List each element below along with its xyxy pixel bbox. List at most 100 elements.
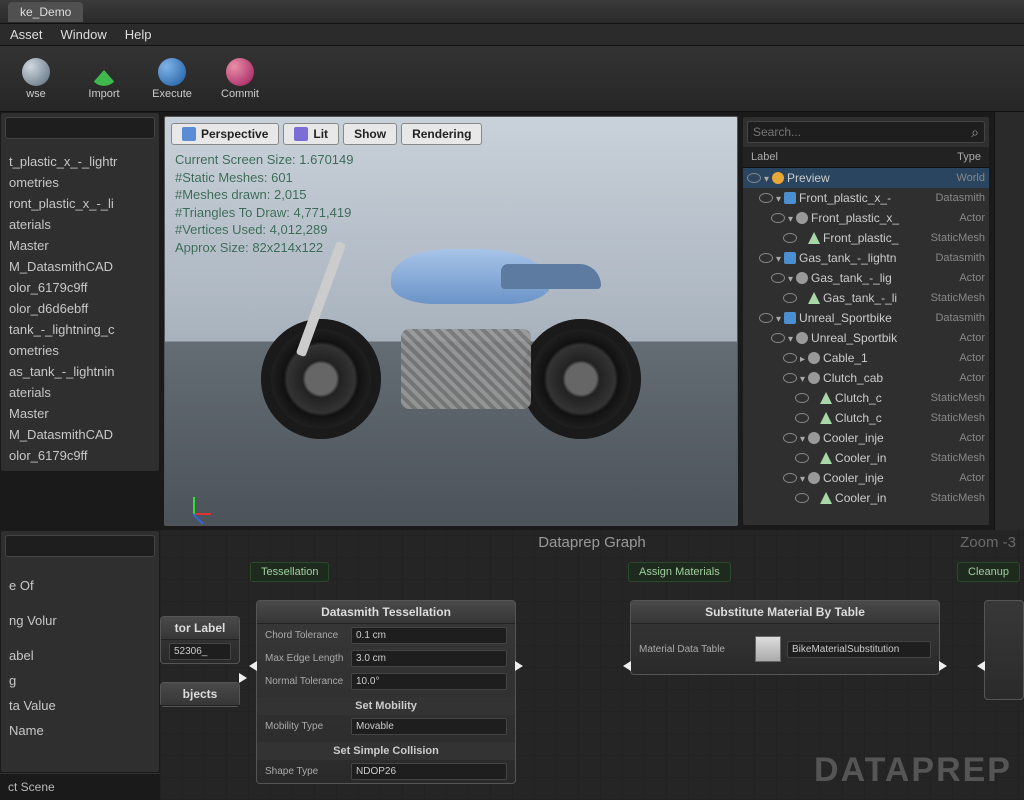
show-button[interactable]: Show — [343, 123, 397, 145]
col-label[interactable]: Label — [751, 151, 778, 163]
outliner-row[interactable]: Cooler_injeActor — [743, 468, 989, 488]
list-item[interactable]: ometries — [9, 172, 151, 193]
import-button[interactable]: Import — [74, 51, 134, 107]
node-tessellation[interactable]: Datasmith Tessellation Chord Tolerance0.… — [256, 600, 516, 784]
zoom-level: Zoom -3 — [960, 534, 1016, 551]
tess-value[interactable]: 10.0° — [351, 673, 507, 690]
node-actor-label[interactable]: tor Label 52306_ — [160, 616, 240, 664]
perspective-button[interactable]: Perspective — [171, 123, 279, 145]
material-table-value[interactable]: BikeMaterialSubstitution — [787, 641, 931, 658]
list-item[interactable]: olor_d6d6ebff — [9, 298, 151, 319]
list-item[interactable]: t_plastic_x_-_lightr — [9, 151, 151, 172]
outliner-row[interactable]: Cooler_inStaticMesh — [743, 448, 989, 468]
list-item[interactable]: ront_plastic_x_-_li — [9, 193, 151, 214]
list-item[interactable]: Master — [9, 235, 151, 256]
filter-search[interactable] — [5, 535, 155, 557]
asset-tree-panel: t_plastic_x_-_lightrometriesront_plastic… — [0, 112, 160, 472]
list-item[interactable]: Name — [9, 718, 151, 743]
outliner-row[interactable]: Gas_tank_-_lightnDatasmith — [743, 248, 989, 268]
commit-icon — [226, 58, 254, 86]
node-title: tor Label — [161, 617, 239, 640]
list-item[interactable]: tank_-_lightning_c — [9, 319, 151, 340]
perspective-label: Perspective — [201, 127, 268, 141]
main-toolbar: wse Import Execute Commit — [0, 46, 1024, 112]
watermark: DATAPREP — [814, 751, 1012, 790]
node-objects[interactable]: bjects — [160, 682, 240, 707]
list-item[interactable]: Master — [9, 403, 151, 424]
details-sliver: SSe▾TL▾S▾M — [994, 112, 1024, 530]
outliner-row[interactable]: Clutch_cabActor — [743, 368, 989, 388]
lit-button[interactable]: Lit — [283, 123, 339, 145]
list-item[interactable]: ng Volur — [9, 608, 151, 633]
outliner-row[interactable]: Cooler_injeActor — [743, 428, 989, 448]
filter-search-input[interactable] — [11, 539, 160, 553]
browse-button[interactable]: wse — [6, 51, 66, 107]
menu-window[interactable]: Window — [61, 27, 107, 42]
outliner-row[interactable]: Unreal_SportbikActor — [743, 328, 989, 348]
outliner-row[interactable]: Clutch_cStaticMesh — [743, 408, 989, 428]
list-item[interactable]: g — [9, 668, 151, 693]
outliner-row[interactable]: Gas_tank_-_liStaticMesh — [743, 288, 989, 308]
list-item[interactable]: olor_d6d6ebff — [9, 466, 151, 472]
tess-value[interactable]: 0.1 cm — [351, 627, 507, 644]
menu-bar: Asset Window Help — [0, 24, 1024, 46]
group-cleanup: Cleanup — [957, 562, 1020, 582]
group-materials: Assign Materials — [628, 562, 731, 582]
viewport-3d[interactable]: Perspective Lit Show Rendering Current S… — [164, 116, 738, 526]
browse-icon — [22, 58, 50, 86]
list-item[interactable]: ta Value — [9, 693, 151, 718]
list-item[interactable]: M_DatasmithCAD — [9, 256, 151, 277]
outliner-row[interactable]: PreviewWorld — [743, 168, 989, 188]
list-item[interactable]: ometries — [9, 340, 151, 361]
rendering-button[interactable]: Rendering — [401, 123, 482, 145]
mobility-value[interactable]: Movable — [351, 718, 507, 735]
menu-asset[interactable]: Asset — [10, 27, 43, 42]
list-item[interactable]: aterials — [9, 382, 151, 403]
node-substitute-material[interactable]: Substitute Material By Table Material Da… — [630, 600, 940, 675]
viewport-stats: Current Screen Size: 1.670149 #Static Me… — [175, 151, 354, 256]
outliner-row[interactable]: Gas_tank_-_ligActor — [743, 268, 989, 288]
lit-icon — [294, 127, 308, 141]
import-label: Import — [88, 88, 119, 100]
group-tessellation: Tessellation — [250, 562, 329, 582]
outliner-search[interactable] — [747, 121, 985, 143]
title-bar: ke_Demo — [0, 0, 1024, 24]
outliner-row[interactable]: Unreal_SportbikeDatasmith — [743, 308, 989, 328]
list-item[interactable] — [9, 598, 151, 608]
node-cleanup[interactable] — [984, 600, 1024, 700]
asset-search[interactable] — [5, 117, 155, 139]
list-item[interactable] — [9, 563, 151, 573]
outliner-row[interactable]: Cooler_inStaticMesh — [743, 488, 989, 508]
list-item[interactable] — [9, 633, 151, 643]
outliner-row[interactable]: Cable_1Actor — [743, 348, 989, 368]
outliner-row[interactable]: Front_plastic_x_Actor — [743, 208, 989, 228]
list-item[interactable]: olor_6179c9ff — [9, 277, 151, 298]
collision-value[interactable]: NDOP26 — [351, 763, 507, 780]
execute-label: Execute — [152, 88, 192, 100]
list-item[interactable]: M_DatasmithCAD — [9, 424, 151, 445]
asset-search-input[interactable] — [11, 121, 160, 135]
node-subtitle: Set Mobility — [257, 697, 515, 715]
outliner-row[interactable]: Clutch_cStaticMesh — [743, 388, 989, 408]
outliner-row[interactable]: Front_plastic_x_-Datasmith — [743, 188, 989, 208]
commit-label: Commit — [221, 88, 259, 100]
node-title: Substitute Material By Table — [631, 601, 939, 624]
list-item[interactable]: as_tank_-_lightnin — [9, 361, 151, 382]
list-item[interactable]: e Of — [9, 573, 151, 598]
list-item[interactable]: olor_6179c9ff — [9, 445, 151, 466]
outliner-search-input[interactable] — [753, 125, 971, 139]
execute-button[interactable]: Execute — [142, 51, 202, 107]
node-title: Datasmith Tessellation — [257, 601, 515, 624]
menu-help[interactable]: Help — [125, 27, 152, 42]
list-item[interactable]: aterials — [9, 214, 151, 235]
actor-value[interactable]: 52306_ — [169, 643, 231, 660]
tab-title[interactable]: ke_Demo — [8, 2, 83, 22]
perspective-icon — [182, 127, 196, 141]
col-type[interactable]: Type — [957, 151, 981, 163]
tess-value[interactable]: 3.0 cm — [351, 650, 507, 667]
list-item[interactable]: abel — [9, 643, 151, 668]
dataprep-graph[interactable]: Dataprep Graph Zoom -3 DATAPREP Tessella… — [160, 530, 1024, 800]
list-item[interactable] — [9, 743, 151, 753]
commit-button[interactable]: Commit — [210, 51, 270, 107]
outliner-row[interactable]: Front_plastic_StaticMesh — [743, 228, 989, 248]
